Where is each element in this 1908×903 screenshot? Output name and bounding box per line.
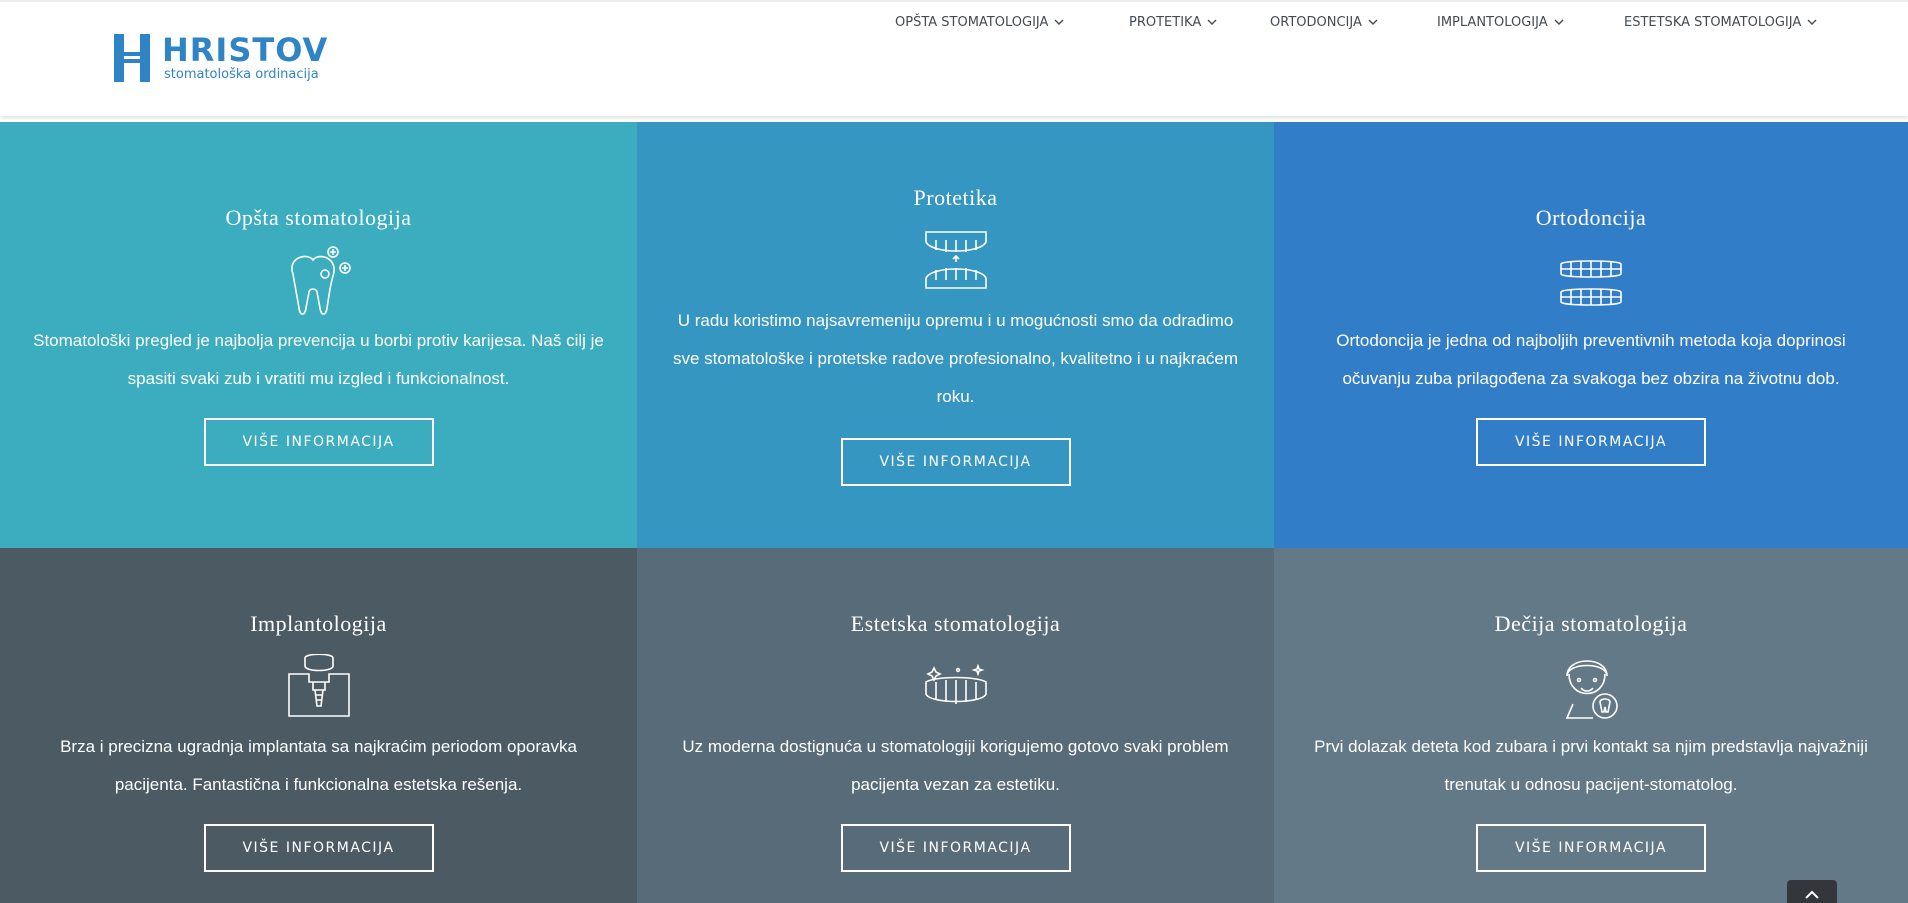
more-info-button[interactable]: VIŠE INFORMACIJA — [203, 418, 434, 466]
more-info-button[interactable]: VIŠE INFORMACIJA — [1476, 824, 1706, 872]
tooth-sparkle-icon — [290, 246, 351, 315]
scroll-to-top-button[interactable] — [1787, 880, 1837, 903]
chevron-down-icon — [1207, 19, 1217, 25]
logo-title: HRISTOV — [162, 31, 329, 69]
nav-item-label: IMPLANTOLOGIJA — [1437, 15, 1548, 30]
service-card-estetska: Estetska stomatologija Uz moderna dostig… — [637, 548, 1274, 903]
service-description: Stomatološki pregled je najbolja prevenc… — [33, 331, 604, 388]
service-title: Opšta stomatologija — [225, 205, 412, 230]
more-info-button[interactable]: VIŠE INFORMACIJA — [840, 824, 1071, 872]
chevron-down-icon — [1807, 19, 1817, 25]
service-description: Brza i precizna ugradnja implantata sa n… — [60, 737, 577, 794]
more-info-button[interactable]: VIŠE INFORMACIJA — [203, 824, 434, 872]
chevron-down-icon — [1368, 19, 1378, 25]
service-card-ortodoncija: Ortodoncija Ortodoncija je jedna od najb… — [1274, 122, 1908, 548]
service-description: Prvi dolazak deteta kod zubara i prvi ko… — [1314, 737, 1868, 794]
sparkling-teeth-icon — [924, 664, 987, 704]
chevron-down-icon — [1554, 19, 1564, 25]
braces-icon — [1560, 260, 1622, 306]
logo[interactable]: HRISTOV stomatološka ordinacija — [110, 31, 327, 88]
chevron-down-icon — [1054, 19, 1064, 25]
service-title: Estetska stomatologija — [850, 611, 1061, 636]
child-tooth-icon — [1565, 660, 1618, 719]
nav-item-label: OPŠTA STOMATOLOGIJA — [895, 15, 1049, 30]
site-header: HRISTOV stomatološka ordinacija OPŠTA ST… — [0, 0, 1908, 116]
service-title: Dečija stomatologija — [1494, 611, 1688, 636]
services-grid: Opšta stomatologija Stomatološki pregled… — [0, 122, 1908, 903]
more-info-button[interactable]: VIŠE INFORMACIJA — [1476, 418, 1706, 466]
service-description: U radu koristimo najsavremeniju opremu i… — [672, 311, 1239, 406]
nav-item-label: ESTETSKA STOMATOLOGIJA — [1624, 15, 1802, 30]
dentures-icon — [924, 231, 987, 289]
nav-item-label: PROTETIKA — [1129, 15, 1202, 30]
service-description: Ortodoncija je jedna od najboljih preven… — [1336, 331, 1846, 388]
service-title: Protetika — [913, 185, 998, 210]
logo-subtitle: stomatološka ordinacija — [164, 67, 319, 82]
nav-item-implantologija[interactable]: IMPLANTOLOGIJA — [1437, 13, 1564, 33]
service-card-implantologija: Implantologija Brza i precizna ugradnja … — [0, 548, 637, 903]
service-title: Ortodoncija — [1535, 205, 1647, 230]
nav-item-estetska-stomatologija[interactable]: ESTETSKA STOMATOLOGIJA — [1624, 13, 1817, 33]
nav-item-protetika[interactable]: PROTETIKA — [1129, 13, 1217, 33]
chevron-up-icon — [1805, 890, 1819, 899]
logo-h-icon — [114, 34, 150, 82]
implant-icon — [287, 654, 350, 717]
service-card-opsta: Opšta stomatologija Stomatološki pregled… — [0, 122, 637, 548]
nav-item-opsta-stomatologija[interactable]: OPŠTA STOMATOLOGIJA — [895, 13, 1064, 33]
service-card-decija: Dečija stomatologija Prvi dolazak deteta… — [1274, 548, 1908, 903]
nav-item-ortodoncija[interactable]: ORTODONCIJA — [1270, 13, 1378, 33]
service-card-protetika: Protetika U radu koristimo najsavremenij… — [637, 122, 1274, 548]
service-title: Implantologija — [250, 611, 387, 636]
service-description: Uz moderna dostignuća u stomatologiji ko… — [682, 737, 1229, 794]
nav-item-label: ORTODONCIJA — [1270, 15, 1362, 30]
more-info-button[interactable]: VIŠE INFORMACIJA — [840, 438, 1071, 486]
